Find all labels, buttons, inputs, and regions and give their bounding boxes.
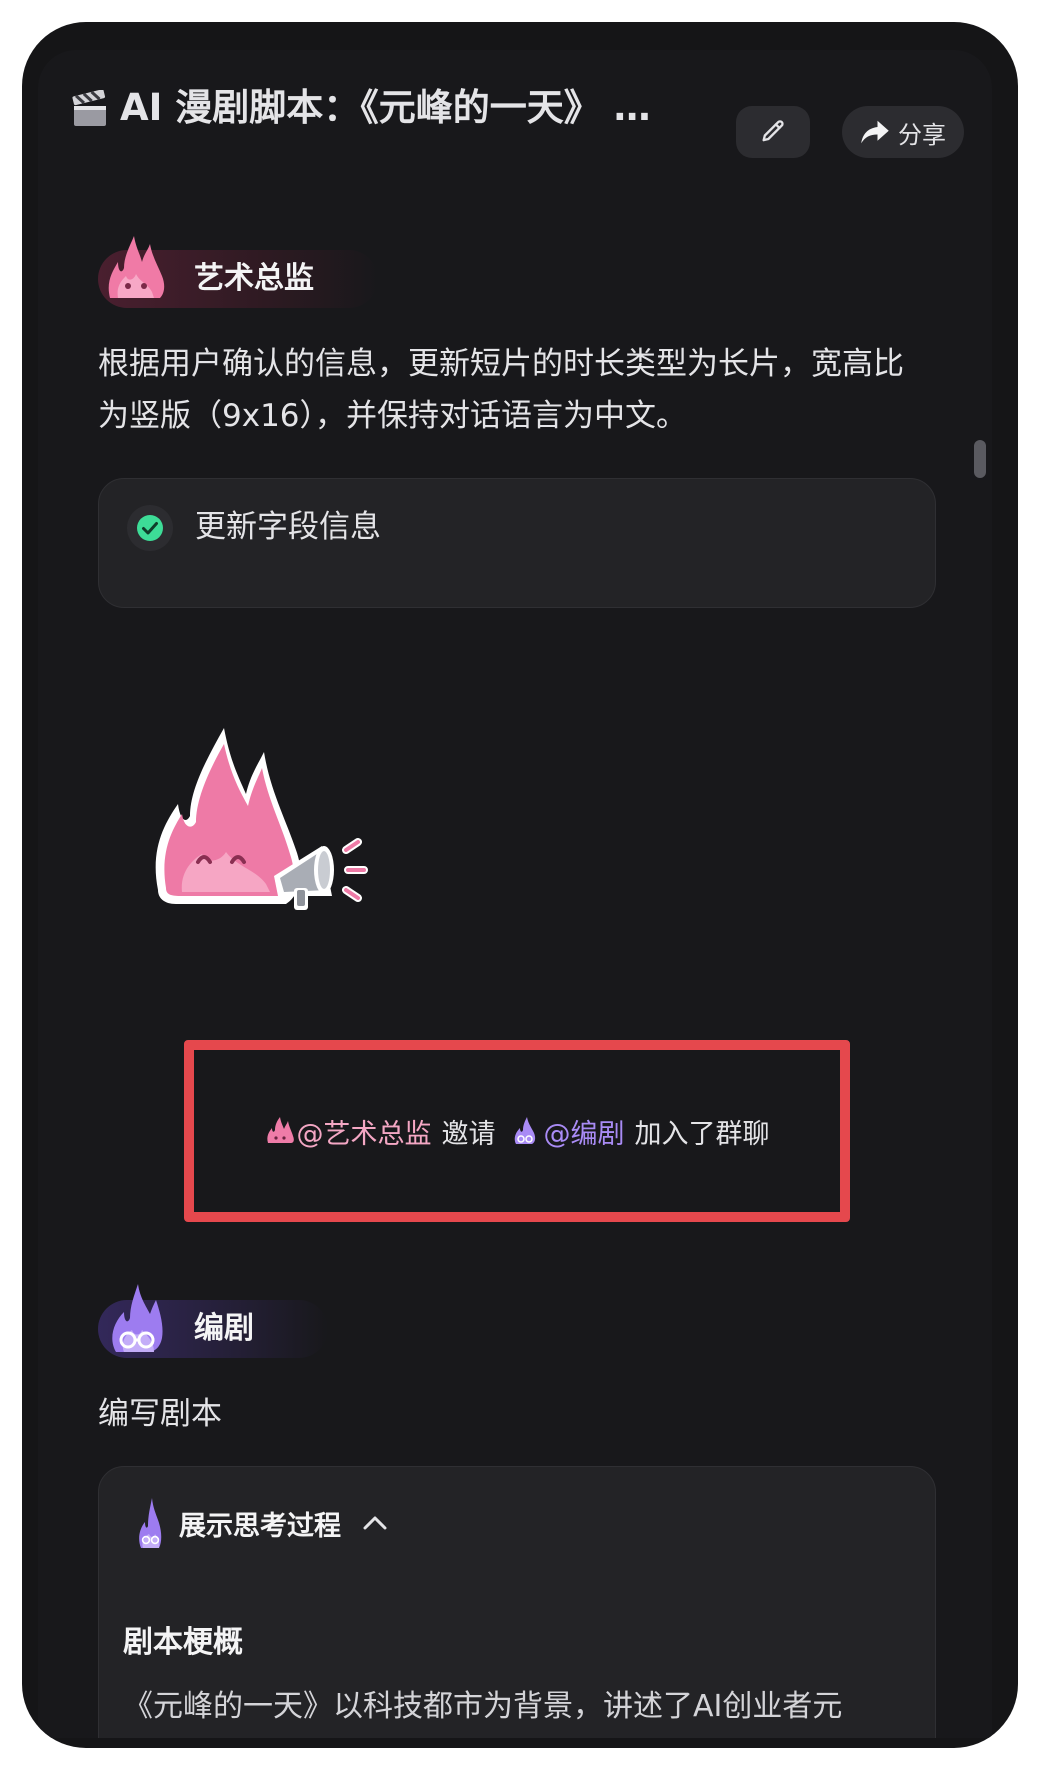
- clapperboard-icon: [72, 90, 106, 126]
- message-text: 编写剧本: [98, 1396, 222, 1432]
- device-frame: AI 漫剧脚本：《元峰的一天》 剧本创作 分享: [22, 22, 1018, 1748]
- agent-tag-writer[interactable]: 编剧: [98, 1284, 328, 1358]
- pink-flame-avatar-icon: [108, 236, 165, 298]
- share-button[interactable]: 分享: [842, 106, 964, 158]
- thinking-card: 展示思考过程 剧本梗概 《元峰的一天》以科技都市为背景，讲述了AI创业者元: [98, 1466, 936, 1738]
- share-arrow-icon: [861, 120, 889, 144]
- purple-flame-avatar-icon: [112, 1284, 163, 1352]
- tool-call-label: 更新字段信息: [195, 509, 381, 545]
- tool-call-card[interactable]: 更新字段信息: [98, 478, 936, 608]
- share-label: 分享: [898, 120, 946, 149]
- scrollbar-thumb[interactable]: [974, 440, 986, 478]
- megaphone-flame-sticker: [155, 728, 368, 910]
- synopsis-heading: 剧本梗概: [123, 1625, 243, 1660]
- purple-flame-avatar-icon: [139, 1498, 162, 1548]
- system-invite-message: @艺术总监 邀请 @编剧 加入了群聊: [184, 1040, 850, 1222]
- invite-verb: 邀请: [441, 1118, 496, 1150]
- thinking-toggle-label: 展示思考过程: [179, 1510, 341, 1542]
- check-circle-icon: [127, 505, 173, 551]
- inviter-mention[interactable]: @艺术总监: [297, 1112, 432, 1151]
- header: AI 漫剧脚本：《元峰的一天》 剧本创作 分享: [38, 50, 992, 170]
- page-title: AI 漫剧脚本：《元峰的一天》 剧本创作: [120, 86, 680, 129]
- pink-flame-avatar-icon: [266, 1117, 294, 1143]
- chat-screen: AI 漫剧脚本：《元峰的一天》 剧本创作 分享: [38, 50, 992, 1738]
- edit-title-button[interactable]: [736, 106, 810, 158]
- invitee-mention[interactable]: @编剧: [544, 1112, 625, 1151]
- pencil-icon: [762, 120, 784, 142]
- purple-flame-avatar-icon: [514, 1117, 535, 1144]
- agent-tag-art-director[interactable]: 艺术总监: [98, 236, 378, 308]
- invite-suffix: 加入了群聊: [634, 1118, 770, 1150]
- message-text: 根据用户确认的信息，更新短片的时长类型为长片，宽高比为竖版（9x16），并保持对…: [98, 346, 904, 434]
- agent-name: 艺术总监: [194, 261, 314, 296]
- chevron-up-icon: [363, 1516, 387, 1530]
- agent-name: 编剧: [194, 1311, 254, 1346]
- thinking-toggle[interactable]: 展示思考过程: [135, 1493, 389, 1553]
- synopsis-text: 《元峰的一天》以科技都市为背景，讲述了AI创业者元: [123, 1689, 843, 1724]
